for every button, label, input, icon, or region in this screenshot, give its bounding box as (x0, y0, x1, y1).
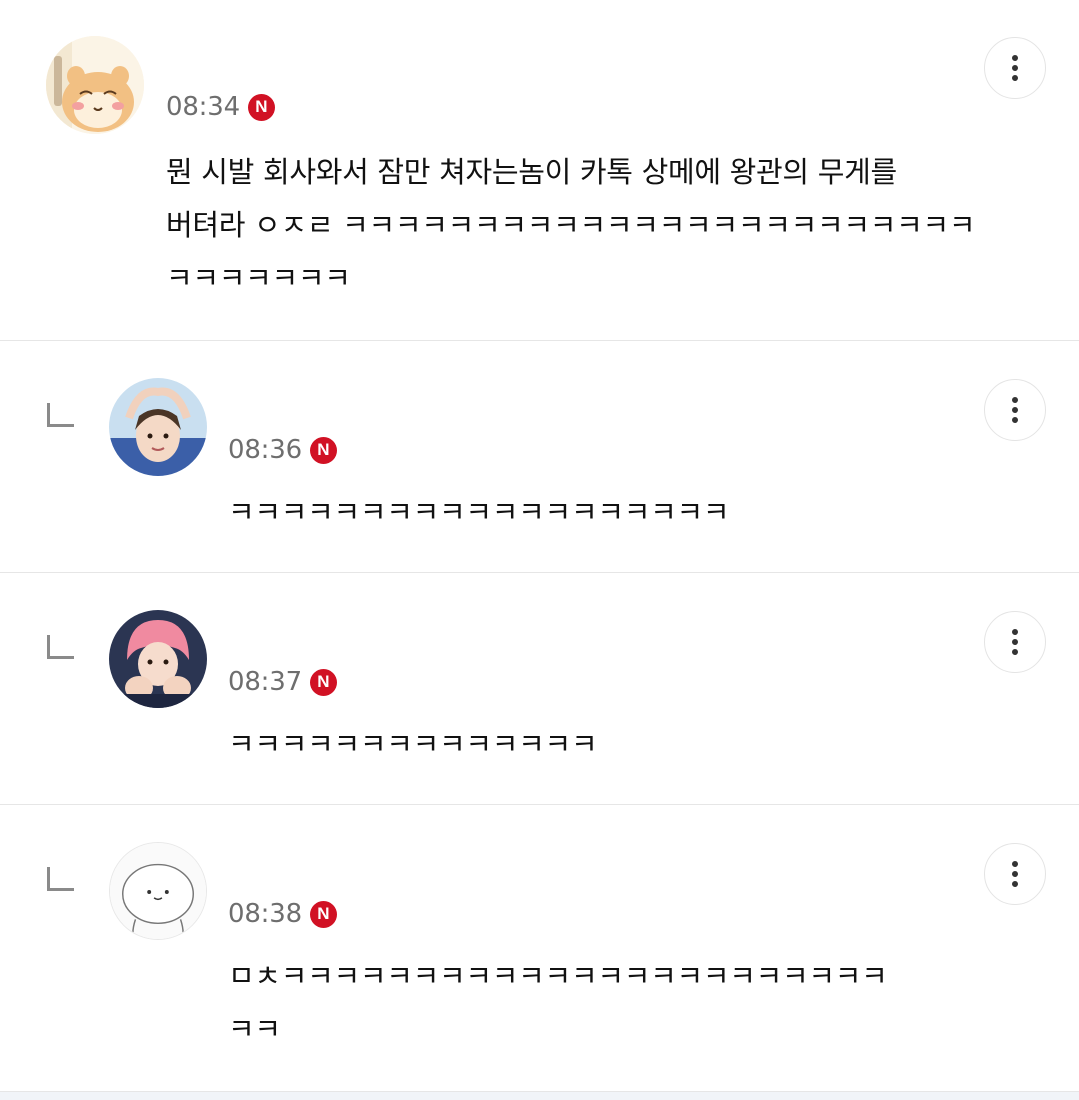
more-options-button[interactable] (984, 611, 1046, 673)
comment-time: 08:34 (166, 92, 240, 122)
reply-comment-item: 08:37 N ㅋㅋㅋㅋㅋㅋㅋㅋㅋㅋㅋㅋㅋㅋ (0, 573, 1079, 805)
new-badge-icon: N (309, 668, 337, 696)
comment-text-line: ㅋㅋㅋㅋㅋㅋㅋㅋㅋㅋㅋㅋㅋㅋ (228, 727, 598, 761)
more-options-button[interactable] (984, 37, 1046, 99)
comment-text-line: 버텨라 ㅇㅈㄹ ㅋㅋㅋㅋㅋㅋㅋㅋㅋㅋㅋㅋㅋㅋㅋㅋㅋㅋㅋㅋㅋㅋㅋㅋ (166, 208, 976, 242)
bottom-divider (0, 1092, 1079, 1100)
comment-text-line: ㅋㅋㅋㅋㅋㅋㅋㅋㅋㅋㅋㅋㅋㅋㅋㅋㅋㅋㅋ (228, 495, 730, 529)
comment-time: 08:37 (228, 667, 302, 697)
comment-item: 08:34 N 뭔 시발 회사와서 잠만 쳐자는놈이 카톡 상메에 왕관의 무게… (0, 0, 1079, 341)
comment-meta: 08:38 N (228, 899, 337, 929)
comment-meta: 08:34 N (166, 92, 275, 122)
reply-indent-icon (47, 635, 74, 659)
line-drawing-character-avatar-icon[interactable] (109, 842, 207, 940)
more-vertical-icon (1012, 395, 1018, 425)
comment-text-line: ㅋㅋㅋㅋㅋㅋㅋ (166, 261, 351, 295)
reply-indent-icon (47, 867, 74, 891)
hamster-avatar-icon[interactable] (46, 36, 144, 134)
comment-text: 뭔 시발 회사와서 잠만 쳐자는놈이 카톡 상메에 왕관의 무게를 버텨라 ㅇㅈ… (166, 146, 996, 305)
comment-time: 08:38 (228, 899, 302, 929)
person-heart-hands-avatar-icon[interactable] (109, 378, 207, 476)
new-badge-icon: N (309, 900, 337, 928)
reply-comment-item: 08:38 N ㅁㅊㅋㅋㅋㅋㅋㅋㅋㅋㅋㅋㅋㅋㅋㅋㅋㅋㅋㅋㅋㅋㅋㅋㅋ ㅋㅋ (0, 805, 1079, 1092)
comment-text-line: ㅋㅋ (228, 1012, 281, 1046)
new-badge-icon: N (247, 93, 275, 121)
more-vertical-icon (1012, 53, 1018, 83)
comment-text-line: 뭔 시발 회사와서 잠만 쳐자는놈이 카톡 상메에 왕관의 무게를 (166, 155, 897, 189)
comment-time: 08:36 (228, 435, 302, 465)
comment-text: ㅋㅋㅋㅋㅋㅋㅋㅋㅋㅋㅋㅋㅋㅋㅋㅋㅋㅋㅋ (228, 486, 1008, 539)
new-badge-icon: N (309, 436, 337, 464)
pink-hair-person-avatar-icon[interactable] (109, 610, 207, 708)
more-vertical-icon (1012, 859, 1018, 889)
more-vertical-icon (1012, 627, 1018, 657)
more-options-button[interactable] (984, 843, 1046, 905)
reply-comment-item: 08:36 N ㅋㅋㅋㅋㅋㅋㅋㅋㅋㅋㅋㅋㅋㅋㅋㅋㅋㅋㅋ (0, 341, 1079, 573)
comment-meta: 08:37 N (228, 667, 337, 697)
comment-text: ㅋㅋㅋㅋㅋㅋㅋㅋㅋㅋㅋㅋㅋㅋ (228, 718, 1008, 771)
reply-indent-icon (47, 403, 74, 427)
more-options-button[interactable] (984, 379, 1046, 441)
comment-meta: 08:36 N (228, 435, 337, 465)
comment-text: ㅁㅊㅋㅋㅋㅋㅋㅋㅋㅋㅋㅋㅋㅋㅋㅋㅋㅋㅋㅋㅋㅋㅋㅋㅋ ㅋㅋ (228, 950, 1008, 1056)
comment-text-line: ㅁㅊㅋㅋㅋㅋㅋㅋㅋㅋㅋㅋㅋㅋㅋㅋㅋㅋㅋㅋㅋㅋㅋㅋㅋ (228, 959, 888, 993)
